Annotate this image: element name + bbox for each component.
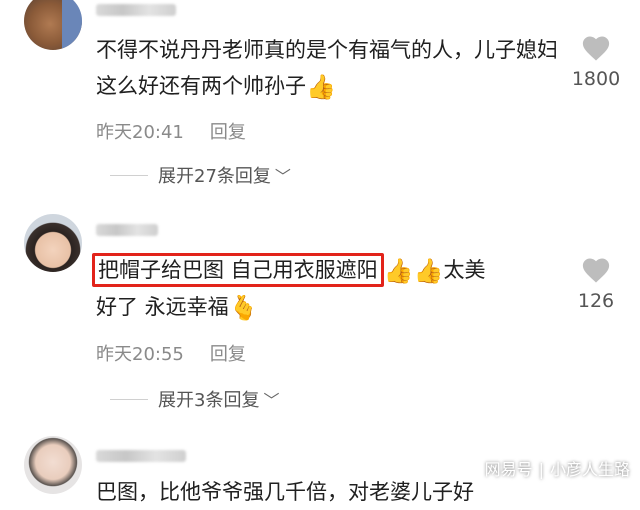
comment-meta: 昨天20:55 回复 <box>96 340 246 366</box>
comment-text: 把帽子给巴图 自己用衣服遮阳 👍👍太美 好了 永远幸福🫰 <box>92 252 566 326</box>
comment-1: 不得不说丹丹老师真的是个有福气的人，儿子媳妇这么好还有两个帅孙子👍 1800 昨… <box>0 0 640 200</box>
expand-replies-label: 展开3条回复 <box>158 390 260 411</box>
like-count: 126 <box>577 290 615 312</box>
reply-button[interactable]: 回复 <box>210 122 246 143</box>
watermark-separator: | <box>538 460 544 479</box>
comment-body-tail: 太美 <box>443 258 486 282</box>
reply-button[interactable]: 回复 <box>210 344 246 365</box>
like-count: 1800 <box>571 68 621 90</box>
thumbs-up-icon: 👍 <box>306 73 336 101</box>
thumbs-up-icon: 👍👍 <box>383 257 444 285</box>
avatar[interactable] <box>24 436 82 494</box>
heart-icon <box>582 36 610 61</box>
avatar[interactable] <box>24 0 82 50</box>
comment-body-line2: 好了 永远幸福 <box>96 295 229 319</box>
like-button[interactable]: 1800 <box>566 34 626 90</box>
comment-text: 不得不说丹丹老师真的是个有福气的人，儿子媳妇这么好还有两个帅孙子👍 <box>96 32 566 105</box>
timestamp: 昨天20:55 <box>96 344 184 365</box>
expand-replies-button[interactable]: 展开27条回复 ﹀ <box>110 162 291 188</box>
divider-line <box>110 174 148 176</box>
username-blurred <box>96 224 158 236</box>
username-blurred <box>96 450 186 462</box>
like-button[interactable]: 126 <box>566 256 626 312</box>
expand-replies-label: 展开27条回复 <box>158 166 271 187</box>
divider-line <box>110 398 148 400</box>
watermark: 网易号 | 小彦人生路 <box>485 456 630 480</box>
heart-icon <box>582 258 610 283</box>
highlighted-text: 把帽子给巴图 自己用衣服遮阳 <box>92 253 384 287</box>
username-blurred <box>96 4 176 16</box>
timestamp: 昨天20:41 <box>96 122 184 143</box>
comment-2: 把帽子给巴图 自己用衣服遮阳 👍👍太美 好了 永远幸福🫰 126 昨天20:55 回… <box>0 210 640 412</box>
finger-heart-icon: 🫰 <box>228 294 259 322</box>
watermark-site: 网易号 <box>484 460 533 479</box>
chevron-down-icon: ﹀ <box>263 391 280 410</box>
avatar[interactable] <box>24 214 82 272</box>
expand-replies-button[interactable]: 展开3条回复 ﹀ <box>110 386 279 412</box>
chevron-down-icon: ﹀ <box>274 167 291 186</box>
comment-meta: 昨天20:41 回复 <box>96 118 246 144</box>
watermark-author: 小彦人生路 <box>549 460 630 479</box>
